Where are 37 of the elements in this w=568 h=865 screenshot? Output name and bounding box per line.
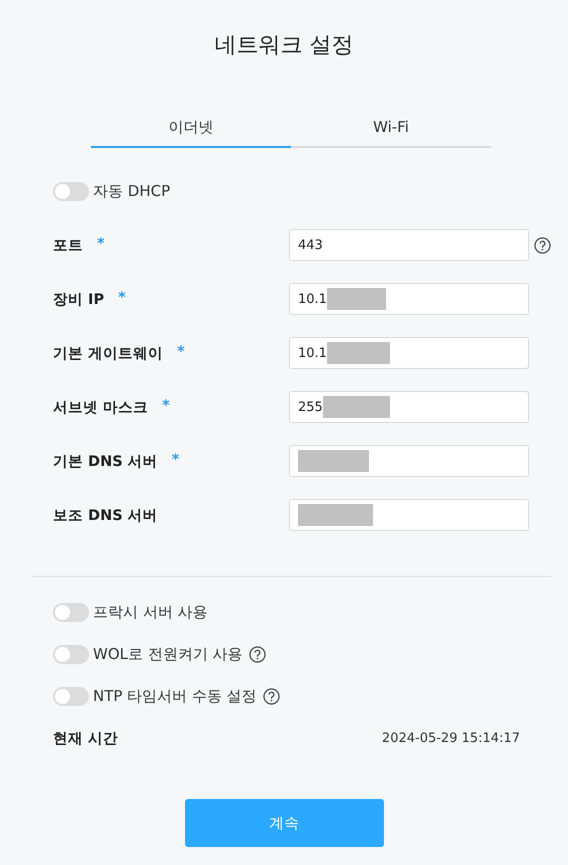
- field-label: 포트: [53, 236, 83, 254]
- help-icon[interactable]: [534, 236, 551, 254]
- toggle-label: NTP 타임서버 수동 설정: [93, 686, 257, 706]
- help-icon[interactable]: [248, 646, 266, 662]
- tab[interactable]: Wi-Fi: [291, 118, 491, 148]
- field-label: 장비 IP: [53, 290, 104, 308]
- toggle-label: 프락시 서버 사용: [93, 602, 208, 622]
- input-field[interactable]: [289, 499, 529, 531]
- time-value: 2024-05-29 15:14:17: [382, 730, 520, 746]
- required-mark: *: [172, 452, 180, 470]
- input-field[interactable]: 443: [289, 229, 529, 261]
- toggle-switch[interactable]: [53, 686, 89, 706]
- required-mark: *: [97, 236, 105, 254]
- page-title: 네트워크 설정: [214, 32, 354, 60]
- toggle-label: WOL로 전원켜기 사용: [93, 644, 243, 664]
- field-label: 기본 게이트웨이: [53, 344, 164, 362]
- input-field[interactable]: 10.1: [289, 337, 529, 369]
- toggle-label: 자동 DHCP: [93, 182, 170, 200]
- time-label: 현재 시간: [53, 730, 118, 748]
- field-label: 서브넷 마스크: [53, 398, 148, 416]
- field-label: 보조 DNS 서버: [53, 506, 158, 524]
- toggle-switch[interactable]: [53, 182, 89, 200]
- input-field[interactable]: 255: [289, 391, 529, 423]
- field-value: 255: [298, 400, 323, 414]
- toggle-switch[interactable]: [53, 602, 89, 622]
- tab[interactable]: 이더넷: [91, 118, 291, 148]
- field-label: 기본 DNS 서버: [53, 452, 158, 470]
- field-value: 10.1: [298, 346, 327, 360]
- help-icon[interactable]: [262, 688, 280, 704]
- input-field[interactable]: 10.1: [289, 283, 529, 315]
- required-mark: *: [162, 398, 170, 416]
- required-mark: *: [118, 290, 126, 308]
- toggle-switch[interactable]: [53, 644, 89, 664]
- field-value: 10.1: [298, 292, 327, 306]
- required-mark: *: [177, 344, 185, 362]
- field-value: 443: [298, 238, 323, 252]
- input-field[interactable]: [289, 445, 529, 477]
